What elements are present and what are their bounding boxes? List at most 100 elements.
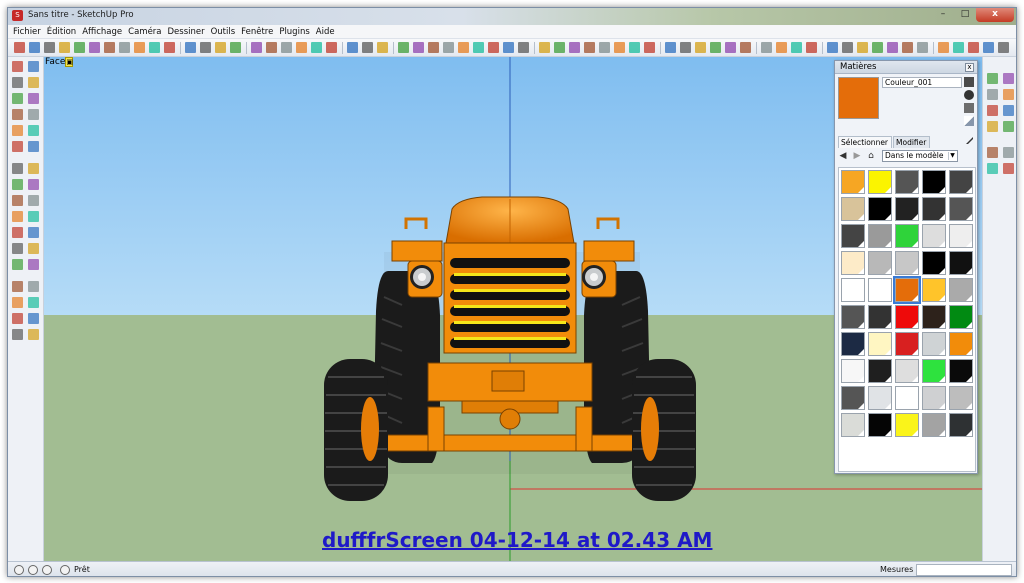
geo-location-icon[interactable] <box>14 565 24 575</box>
toolbar-tool-icon[interactable] <box>842 42 853 53</box>
material-swatch[interactable] <box>868 305 892 329</box>
toolbar-tool-icon[interactable] <box>134 42 145 53</box>
drawing-tool-icon[interactable] <box>28 179 39 190</box>
toolbar-tool-icon[interactable] <box>251 42 262 53</box>
material-swatch[interactable] <box>895 305 919 329</box>
plugin-tool-icon[interactable] <box>1003 163 1014 174</box>
drawing-tool-icon[interactable] <box>28 61 39 72</box>
material-swatch[interactable] <box>868 278 892 302</box>
toolbar-tool-icon[interactable] <box>998 42 1009 53</box>
material-swatch[interactable] <box>949 332 973 356</box>
drawing-tool-icon[interactable] <box>12 163 23 174</box>
toolbar-tool-icon[interactable] <box>629 42 640 53</box>
toolbar-tool-icon[interactable] <box>104 42 115 53</box>
drawing-tool-icon[interactable] <box>28 281 39 292</box>
material-swatch[interactable] <box>868 332 892 356</box>
material-swatch[interactable] <box>922 224 946 248</box>
display-secondary-icon[interactable] <box>964 77 974 87</box>
drawing-tool-icon[interactable] <box>12 195 23 206</box>
user-icon[interactable] <box>42 565 52 575</box>
toolbar-tool-icon[interactable] <box>665 42 676 53</box>
toolbar-tool-icon[interactable] <box>29 42 40 53</box>
plugin-tool-icon[interactable] <box>1003 105 1014 116</box>
drawing-tool-icon[interactable] <box>12 125 23 136</box>
material-swatch[interactable] <box>922 251 946 275</box>
toolbar-tool-icon[interactable] <box>443 42 454 53</box>
material-swatch[interactable] <box>841 386 865 410</box>
material-swatch[interactable] <box>949 197 973 221</box>
toolbar-tool-icon[interactable] <box>119 42 130 53</box>
material-swatch[interactable] <box>922 170 946 194</box>
help-icon[interactable] <box>60 565 70 575</box>
plugin-tool-icon[interactable] <box>1003 73 1014 84</box>
drawing-tool-icon[interactable] <box>28 77 39 88</box>
toolbar-tool-icon[interactable] <box>488 42 499 53</box>
drawing-tool-icon[interactable] <box>28 195 39 206</box>
toolbar-tool-icon[interactable] <box>266 42 277 53</box>
toolbar-tool-icon[interactable] <box>44 42 55 53</box>
toolbar-tool-icon[interactable] <box>518 42 529 53</box>
toolbar-tool-icon[interactable] <box>296 42 307 53</box>
material-swatch[interactable] <box>868 224 892 248</box>
material-swatch[interactable] <box>895 224 919 248</box>
material-swatch[interactable] <box>841 170 865 194</box>
material-swatch[interactable] <box>922 305 946 329</box>
plugin-tool-icon[interactable] <box>1003 121 1014 132</box>
toolbar-tool-icon[interactable] <box>902 42 913 53</box>
material-swatch[interactable] <box>895 359 919 383</box>
toolbar-tool-icon[interactable] <box>725 42 736 53</box>
tab-edit[interactable]: Modifier <box>893 136 931 148</box>
toolbar-tool-icon[interactable] <box>503 42 514 53</box>
material-swatch[interactable] <box>868 251 892 275</box>
menu-dessiner[interactable]: Dessiner <box>167 25 210 38</box>
toolbar-tool-icon[interactable] <box>857 42 868 53</box>
close-button[interactable]: x <box>976 8 1014 22</box>
drawing-tool-icon[interactable] <box>28 109 39 120</box>
drawing-tool-icon[interactable] <box>28 125 39 136</box>
toolbar-tool-icon[interactable] <box>644 42 655 53</box>
toolbar-tool-icon[interactable] <box>458 42 469 53</box>
toolbar-tool-icon[interactable] <box>215 42 226 53</box>
toolbar-tool-icon[interactable] <box>89 42 100 53</box>
material-swatch[interactable] <box>841 359 865 383</box>
drawing-tool-icon[interactable] <box>28 313 39 324</box>
toolbar-tool-icon[interactable] <box>776 42 787 53</box>
toolbar-tool-icon[interactable] <box>59 42 70 53</box>
material-swatch[interactable] <box>922 278 946 302</box>
toolbar-tool-icon[interactable] <box>230 42 241 53</box>
material-swatch[interactable] <box>868 359 892 383</box>
drawing-tool-icon[interactable] <box>12 179 23 190</box>
material-swatch[interactable] <box>868 413 892 437</box>
plugin-tool-icon[interactable] <box>987 73 998 84</box>
drawing-tool-icon[interactable] <box>12 329 23 340</box>
menu-plugins[interactable]: Plugins <box>278 25 314 38</box>
toolbar-tool-icon[interactable] <box>806 42 817 53</box>
drawing-tool-icon[interactable] <box>28 93 39 104</box>
toolbar-tool-icon[interactable] <box>584 42 595 53</box>
drawing-tool-icon[interactable] <box>28 163 39 174</box>
toolbar-tool-icon[interactable] <box>569 42 580 53</box>
material-swatch[interactable] <box>922 197 946 221</box>
toolbar-tool-icon[interactable] <box>614 42 625 53</box>
menu-fichier[interactable]: Fichier <box>12 25 46 38</box>
toolbar-tool-icon[interactable] <box>413 42 424 53</box>
material-swatch[interactable] <box>949 413 973 437</box>
drawing-tool-icon[interactable] <box>28 259 39 270</box>
toolbar-tool-icon[interactable] <box>74 42 85 53</box>
drawing-tool-icon[interactable] <box>12 227 23 238</box>
toolbar-tool-icon[interactable] <box>347 42 358 53</box>
material-swatch[interactable] <box>895 386 919 410</box>
material-swatch[interactable] <box>922 332 946 356</box>
material-swatch[interactable] <box>949 224 973 248</box>
toolbar-tool-icon[interactable] <box>473 42 484 53</box>
menu-outils[interactable]: Outils <box>210 25 241 38</box>
toolbar-tool-icon[interactable] <box>827 42 838 53</box>
drawing-tool-icon[interactable] <box>12 259 23 270</box>
toolbar-tool-icon[interactable] <box>428 42 439 53</box>
toolbar-tool-icon[interactable] <box>14 42 25 53</box>
drawing-tool-icon[interactable] <box>12 313 23 324</box>
material-swatch[interactable] <box>895 413 919 437</box>
credits-icon[interactable] <box>28 565 38 575</box>
toolbar-tool-icon[interactable] <box>539 42 550 53</box>
plugin-tool-icon[interactable] <box>987 121 998 132</box>
